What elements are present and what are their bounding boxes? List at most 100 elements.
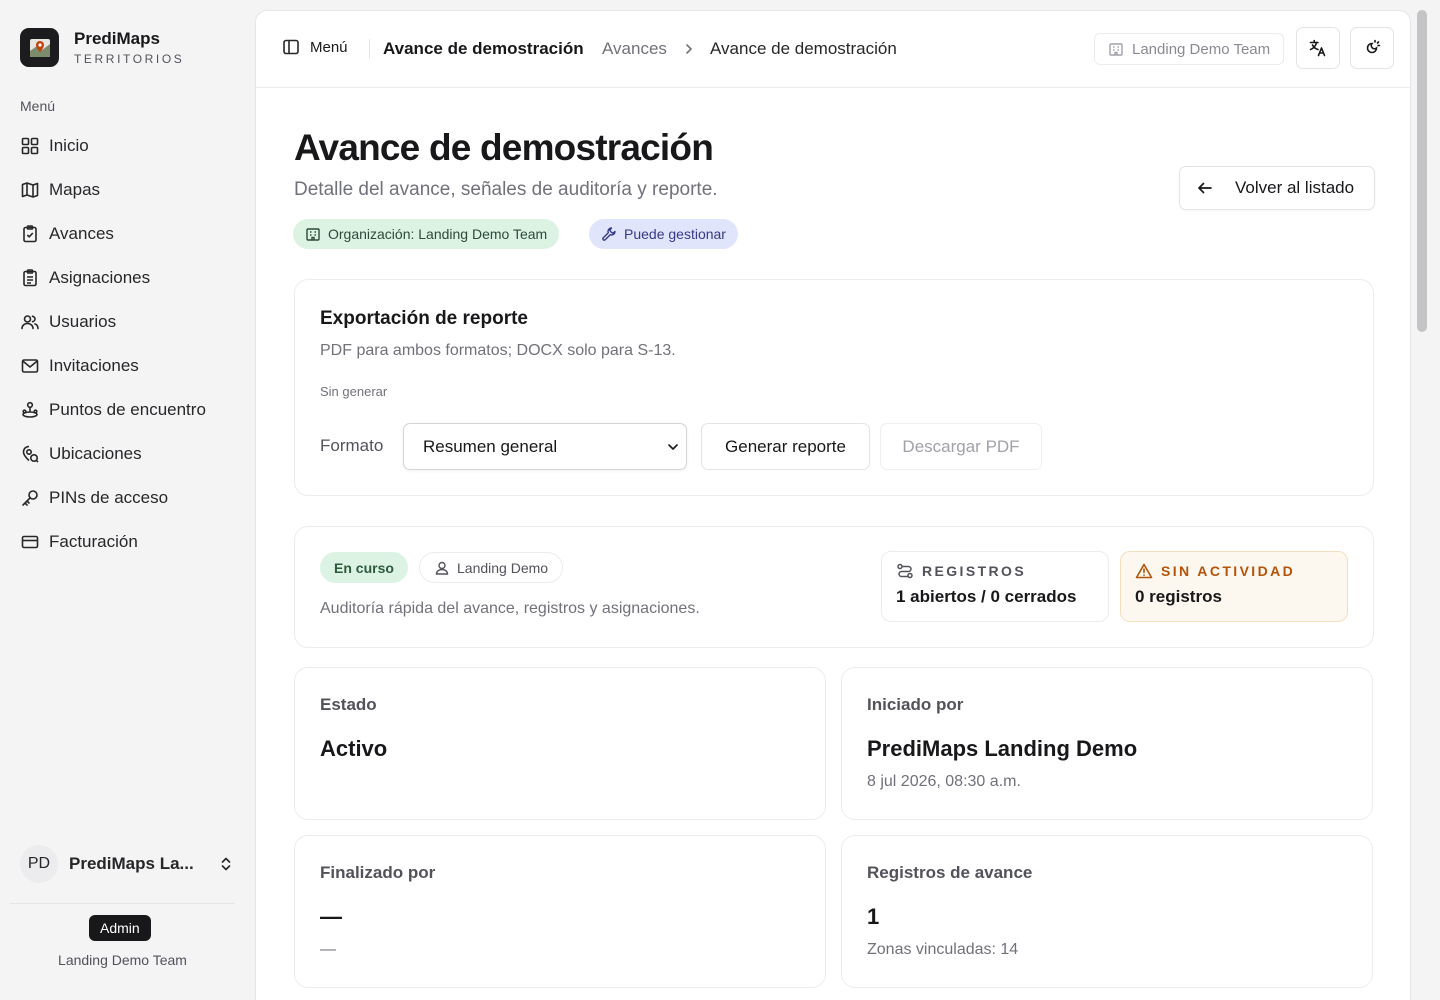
sidebar-divider bbox=[10, 903, 235, 904]
brand-logo bbox=[20, 28, 59, 67]
generate-report-button[interactable]: Generar reporte bbox=[701, 423, 870, 470]
sidebar-item-avances[interactable]: Avances bbox=[20, 212, 235, 256]
report-export-title: Exportación de reporte bbox=[320, 308, 528, 329]
sidebar-item-label: Ubicaciones bbox=[49, 444, 142, 463]
sidebar-item-label: Mapas bbox=[49, 180, 101, 199]
registros-card: Registros de avance 1 Zonas vinculadas: … bbox=[841, 835, 1373, 988]
organization-tag: Organización: Landing Demo Team bbox=[293, 219, 560, 249]
wrench-icon bbox=[602, 227, 616, 241]
grid-icon bbox=[21, 137, 39, 155]
avatar: PD bbox=[20, 845, 58, 883]
inactivity-warning-value: 0 registros bbox=[1135, 587, 1222, 606]
team-pill-label: Landing Demo Team bbox=[1132, 40, 1271, 58]
inactivity-warning-label: SIN ACTIVIDAD bbox=[1161, 563, 1296, 579]
finalizado-card: Finalizado por — — bbox=[294, 835, 826, 988]
registros-stat-label: REGISTROS bbox=[922, 563, 1027, 579]
user-name: PrediMaps La... bbox=[69, 854, 194, 873]
page-title: Avance de demostración bbox=[294, 127, 714, 168]
menu-toggle-button[interactable]: Menú bbox=[282, 38, 348, 56]
sidebar-nav: Inicio Mapas Avances Asignaciones Usuari… bbox=[20, 124, 235, 564]
nav-section-label: Menú bbox=[20, 98, 56, 114]
credit-card-icon bbox=[21, 535, 39, 549]
iniciado-value: PrediMaps Landing Demo bbox=[867, 736, 1138, 761]
inactivity-warning: SIN ACTIVIDAD 0 registros bbox=[1120, 551, 1348, 622]
scrollbar[interactable] bbox=[1417, 10, 1427, 332]
sidebar-toggle-icon bbox=[283, 39, 299, 55]
team-pill: Landing Demo Team bbox=[1094, 33, 1285, 65]
back-to-list-button[interactable]: Volver al listado bbox=[1179, 166, 1375, 210]
breadcrumb-current: Avance de demostración bbox=[710, 39, 897, 58]
sidebar-item-asignaciones[interactable]: Asignaciones bbox=[20, 256, 235, 300]
estado-label: Estado bbox=[320, 695, 377, 714]
user-switcher[interactable]: PD PrediMaps La... bbox=[20, 842, 235, 886]
format-label: Formato bbox=[320, 436, 384, 455]
brand-subtitle: TERRITORIOS bbox=[74, 51, 185, 66]
finalizado-date: — bbox=[320, 941, 336, 958]
owner-badge: Landing Demo bbox=[419, 552, 564, 583]
format-select[interactable]: Resumen general bbox=[403, 423, 687, 470]
registros-stat: REGISTROS 1 abiertos / 0 cerrados bbox=[881, 551, 1109, 622]
page-subtitle: Detalle del avance, señales de auditoría… bbox=[294, 179, 718, 200]
language-button[interactable] bbox=[1296, 27, 1340, 69]
sidebar-item-puntos-de-encuentro[interactable]: Puntos de encuentro bbox=[20, 388, 235, 432]
sidebar-item-label: Invitaciones bbox=[49, 356, 139, 375]
sidebar-item-usuarios[interactable]: Usuarios bbox=[20, 300, 235, 344]
sidebar-item-label: Facturación bbox=[49, 532, 138, 551]
location-icon bbox=[22, 445, 39, 463]
download-pdf-button[interactable]: Descargar PDF bbox=[880, 423, 1042, 470]
sidebar-item-label: Asignaciones bbox=[49, 268, 151, 287]
sidebar-item-invitaciones[interactable]: Invitaciones bbox=[20, 344, 235, 388]
building-icon bbox=[306, 228, 320, 241]
topbar-divider bbox=[369, 39, 370, 59]
theme-icon bbox=[1366, 39, 1381, 54]
permission-tag-label: Puede gestionar bbox=[624, 226, 726, 242]
permission-tag: Puede gestionar bbox=[589, 219, 738, 249]
owner-badge-label: Landing Demo bbox=[457, 559, 549, 576]
key-icon bbox=[22, 490, 38, 506]
sidebar-item-label: Avances bbox=[49, 224, 114, 243]
sidebar-item-mapas[interactable]: Mapas bbox=[20, 168, 235, 212]
sidebar-item-label: Puntos de encuentro bbox=[49, 400, 206, 419]
chevron-right-icon bbox=[686, 44, 693, 54]
chevrons-up-down-icon bbox=[221, 857, 231, 871]
map-icon bbox=[21, 182, 39, 198]
report-status: Sin generar bbox=[320, 384, 388, 399]
sidebar-item-inicio[interactable]: Inicio bbox=[20, 124, 235, 168]
menu-toggle-label: Menú bbox=[310, 38, 348, 56]
sidebar-item-label: Inicio bbox=[49, 136, 89, 155]
finalizado-value: — bbox=[320, 904, 342, 929]
sidebar-item-pins[interactable]: PINs de acceso bbox=[20, 476, 235, 520]
sidebar-item-facturacion[interactable]: Facturación bbox=[20, 520, 235, 564]
topbar-title: Avance de demostración bbox=[383, 39, 584, 58]
audit-description: Auditoría rápida del avance, registros y… bbox=[320, 600, 700, 617]
users-icon bbox=[21, 315, 39, 330]
main-panel: Menú Avance de demostración Avances Avan… bbox=[255, 10, 1411, 1000]
chevron-down-icon bbox=[668, 443, 678, 450]
registros-value: 1 bbox=[867, 904, 880, 929]
registros-label: Registros de avance bbox=[867, 863, 1033, 882]
format-select-value: Resumen general bbox=[423, 436, 558, 456]
estado-value: Activo bbox=[320, 736, 388, 761]
report-export-description: PDF para ambos formatos; DOCX solo para … bbox=[320, 342, 676, 359]
brand[interactable]: PrediMaps TERRITORIOS bbox=[20, 28, 184, 67]
iniciado-date: 8 jul 2026, 08:30 a.m. bbox=[867, 773, 1021, 790]
theme-toggle-button[interactable] bbox=[1350, 27, 1394, 69]
sidebar-item-label: Usuarios bbox=[49, 312, 117, 331]
estado-card: Estado Activo bbox=[294, 667, 826, 820]
breadcrumb-parent-link[interactable]: Avances bbox=[602, 39, 667, 59]
status-badge: En curso bbox=[320, 552, 408, 583]
clipboard-list-icon bbox=[23, 269, 37, 287]
topbar: Menú Avance de demostración Avances Avan… bbox=[256, 11, 1410, 88]
sidebar-team-name: Landing Demo Team bbox=[58, 952, 187, 968]
zonas-vinculadas: Zonas vinculadas: 14 bbox=[867, 941, 1019, 958]
mail-icon bbox=[21, 359, 39, 373]
sidebar-item-ubicaciones[interactable]: Ubicaciones bbox=[20, 432, 235, 476]
meeting-point-icon bbox=[22, 401, 38, 418]
finalizado-label: Finalizado por bbox=[320, 863, 436, 882]
user-location-icon bbox=[435, 561, 449, 575]
role-badge: Admin bbox=[89, 915, 151, 941]
route-icon bbox=[897, 563, 913, 579]
audit-card: En curso Landing Demo Auditoría rápida d… bbox=[294, 526, 1374, 648]
sidebar-item-label: PINs de acceso bbox=[49, 488, 169, 507]
iniciado-label: Iniciado por bbox=[867, 695, 964, 714]
